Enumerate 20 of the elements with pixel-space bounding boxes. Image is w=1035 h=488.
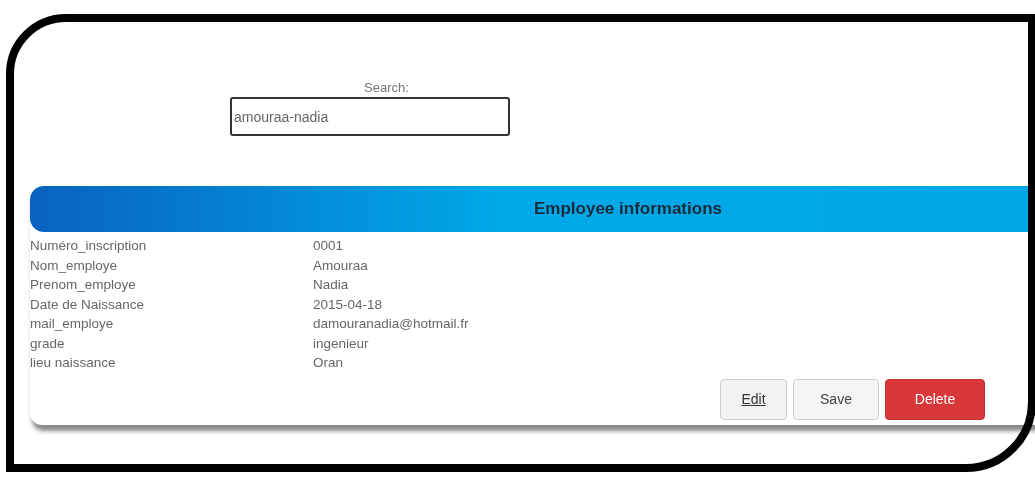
delete-button[interactable]: Delete — [885, 378, 985, 420]
save-button[interactable]: Save — [793, 378, 879, 420]
field-value: Amouraa — [313, 256, 368, 275]
field-value: Nadia — [313, 276, 349, 294]
field-label: Prenom_employe — [30, 276, 137, 294]
field-label: lieu naissance — [30, 354, 117, 372]
field-label: mail_employe — [30, 315, 115, 333]
field-label: Date de Naissance — [30, 295, 146, 314]
field-label: Numéro_inscription — [30, 237, 148, 255]
search-field[interactable]: amouraa-nadia — [230, 97, 510, 136]
field-value: Oran — [313, 354, 343, 372]
field-value: ingenieur — [313, 334, 369, 353]
field-value: damouranadia@hotmail.fr — [313, 315, 469, 333]
search-label: Search: — [364, 80, 409, 95]
edit-button[interactable]: Edit — [720, 378, 787, 420]
field-label: Nom_employe — [30, 256, 119, 275]
field-value: 2015-04-18 — [313, 295, 383, 314]
panel-title: Employee informations — [534, 199, 722, 219]
field-label: grade — [30, 334, 66, 353]
field-value: 0001 — [313, 237, 344, 255]
